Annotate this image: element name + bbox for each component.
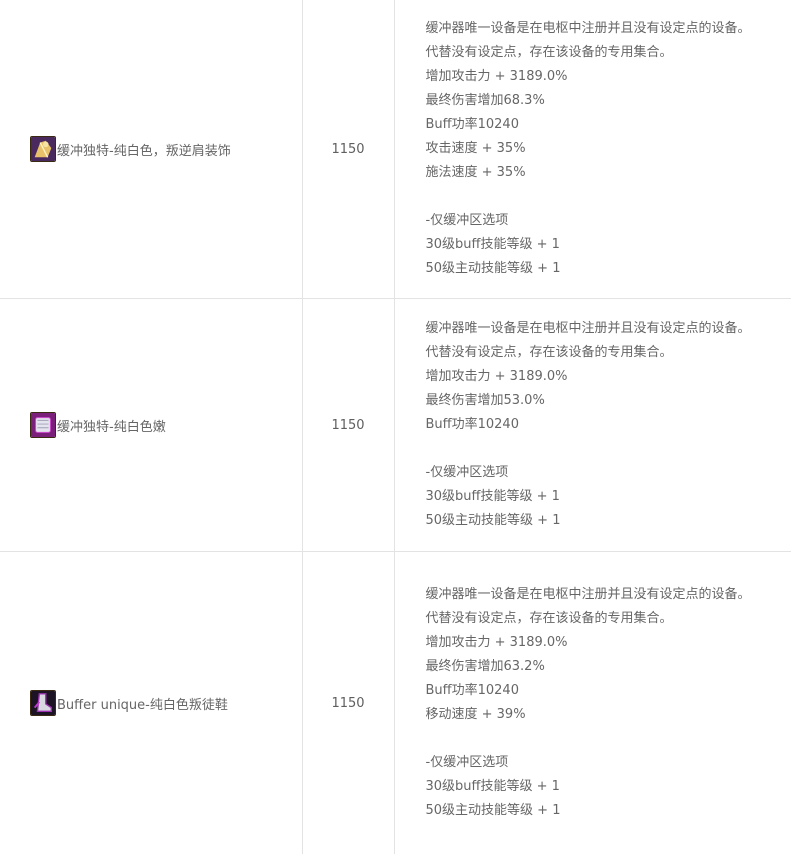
description-line: -仅缓冲区选项 [426,461,791,485]
description-line: 攻击速度 + 35% [426,137,791,161]
description-line [426,185,791,209]
table-row: 缓冲独特-纯白色，叛逆肩装饰 1150 缓冲器唯一设备是在电枢中注册并且没有设定… [0,0,791,299]
item-name-cell: 缓冲独特-纯白色嫩 [0,299,302,552]
item-description: 缓冲器唯一设备是在电枢中注册并且没有设定点的设备。 代替没有设定点，存在该设备的… [395,317,791,533]
item-price: 1150 [302,552,394,854]
description-line: 代替没有设定点，存在该设备的专用集合。 [426,341,791,365]
item-table: 缓冲独特-纯白色，叛逆肩装饰 1150 缓冲器唯一设备是在电枢中注册并且没有设定… [0,0,791,854]
item-description: 缓冲器唯一设备是在电枢中注册并且没有设定点的设备。 代替没有设定点，存在该设备的… [395,583,791,823]
item-name[interactable]: 缓冲独特-纯白色嫩 [57,416,166,435]
item-description-cell: 缓冲器唯一设备是在电枢中注册并且没有设定点的设备。 代替没有设定点，存在该设备的… [394,552,791,854]
description-line: 最终伤害增加53.0% [426,389,791,413]
description-line: 施法速度 + 35% [426,161,791,185]
item-name-cell: Buffer unique-纯白色叛徒鞋 [0,552,302,854]
pants-icon [30,412,56,438]
item-name[interactable]: 缓冲独特-纯白色，叛逆肩装饰 [57,140,231,159]
item-name[interactable]: Buffer unique-纯白色叛徒鞋 [57,694,228,713]
item-price: 1150 [302,0,394,299]
description-line: 代替没有设定点，存在该设备的专用集合。 [426,41,791,65]
description-line: 50级主动技能等级 + 1 [426,509,791,533]
item-price: 1150 [302,299,394,552]
shoulder-icon [30,136,56,162]
description-line [426,437,791,461]
description-line: Buff功率10240 [426,679,791,703]
description-line: -仅缓冲区选项 [426,209,791,233]
description-line: 最终伤害增加68.3% [426,89,791,113]
description-line: 缓冲器唯一设备是在电枢中注册并且没有设定点的设备。 [426,317,791,341]
description-line: 30级buff技能等级 + 1 [426,485,791,509]
description-line: Buff功率10240 [426,113,791,137]
description-line: 增加攻击力 + 3189.0% [426,631,791,655]
description-line: 50级主动技能等级 + 1 [426,257,791,281]
item-name-cell: 缓冲独特-纯白色，叛逆肩装饰 [0,0,302,299]
description-line: 增加攻击力 + 3189.0% [426,65,791,89]
item-description: 缓冲器唯一设备是在电枢中注册并且没有设定点的设备。 代替没有设定点，存在该设备的… [395,17,791,281]
description-line: 30级buff技能等级 + 1 [426,775,791,799]
description-line [426,727,791,751]
description-line: Buff功率10240 [426,413,791,437]
table-row: Buffer unique-纯白色叛徒鞋 1150 缓冲器唯一设备是在电枢中注册… [0,552,791,854]
description-line: 移动速度 + 39% [426,703,791,727]
description-line: 增加攻击力 + 3189.0% [426,365,791,389]
boots-icon [30,690,56,716]
description-line: 代替没有设定点，存在该设备的专用集合。 [426,607,791,631]
description-line: 缓冲器唯一设备是在电枢中注册并且没有设定点的设备。 [426,17,791,41]
table-row: 缓冲独特-纯白色嫩 1150 缓冲器唯一设备是在电枢中注册并且没有设定点的设备。… [0,299,791,552]
description-line: -仅缓冲区选项 [426,751,791,775]
description-line: 30级buff技能等级 + 1 [426,233,791,257]
description-line: 50级主动技能等级 + 1 [426,799,791,823]
item-description-cell: 缓冲器唯一设备是在电枢中注册并且没有设定点的设备。 代替没有设定点，存在该设备的… [394,0,791,299]
description-line: 缓冲器唯一设备是在电枢中注册并且没有设定点的设备。 [426,583,791,607]
description-line: 最终伤害增加63.2% [426,655,791,679]
item-description-cell: 缓冲器唯一设备是在电枢中注册并且没有设定点的设备。 代替没有设定点，存在该设备的… [394,299,791,552]
